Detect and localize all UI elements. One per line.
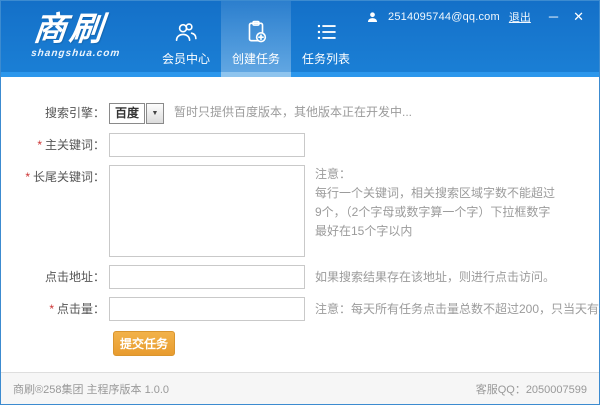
tab-label: 创建任务 [232,50,280,67]
logout-link[interactable]: 退出 [509,9,531,25]
required-marker: * [25,170,30,184]
logo-subtitle: shangshua.com [31,48,121,59]
click-url-input[interactable] [109,265,305,289]
search-engine-select[interactable]: 百度 ▼ [109,102,164,124]
click-url-note: 如果搜索结果存在该地址，则进行点击访问。 [315,265,555,289]
search-engine-row: 搜索引擎： 百度 ▼ 暂时只提供百度版本，其他版本正在开发中... [1,101,599,125]
required-marker: * [37,138,42,152]
footer-version-text: 商刷®258集团 主程序版本 1.0.0 [13,381,169,397]
tab-label: 任务列表 [302,50,350,67]
create-task-icon [243,19,269,45]
tab-label: 会员中心 [162,50,210,67]
note-line: 注意： [315,165,555,184]
task-list-icon [313,19,339,45]
footer-support-qq: 客服QQ：2050007599 [476,381,587,397]
main-content: 搜索引擎： 百度 ▼ 暂时只提供百度版本，其他版本正在开发中... *主关键词：… [1,77,599,372]
click-count-input[interactable] [109,297,305,321]
submit-row: 提交任务 [113,331,599,356]
app-logo: 商刷 shangshua.com [31,12,125,59]
search-engine-value: 百度 [109,103,145,124]
search-engine-label: 搜索引擎： [1,101,105,125]
user-icon [366,11,379,24]
click-url-row: 点击地址： 如果搜索结果存在该地址，则进行点击访问。 [1,265,599,289]
user-area: 2514095744@qq.com 退出 ─ ✕ [366,9,587,25]
note-line: 9个，（2个字母或数字算一个字）下拉框数字 [315,203,555,222]
note-line: 每行一个关键词，相关搜索区域字数不能超过 [315,184,555,203]
chevron-down-icon[interactable]: ▼ [146,103,164,124]
app-window: 商刷 shangshua.com 会员中心 [0,0,600,405]
longtail-keywords-note: 注意： 每行一个关键词，相关搜索区域字数不能超过 9个，（2个字母或数字算一个字… [315,165,555,241]
click-count-label: *点击量： [1,297,105,321]
main-keyword-input[interactable] [109,133,305,157]
tab-create-task[interactable]: 创建任务 [221,1,291,77]
longtail-keywords-label: *长尾关键词： [1,165,105,189]
note-line: 最好在15个字以内 [315,222,555,241]
members-icon [173,19,199,45]
tab-member-center[interactable]: 会员中心 [151,1,221,77]
submit-task-button[interactable]: 提交任务 [113,331,175,356]
main-keyword-row: *主关键词： [1,133,599,157]
required-marker: * [49,302,54,316]
nav-tabs: 会员中心 创建任务 [151,1,361,77]
close-button[interactable]: ✕ [570,9,587,25]
logo-title: 商刷 [32,12,125,46]
user-email: 2514095744@qq.com [388,11,500,23]
minimize-button[interactable]: ─ [546,9,561,25]
longtail-keywords-textarea[interactable] [109,165,305,257]
click-count-note: 注意：每天所有任务点击量总数不超过200，只当天有效 [315,297,600,321]
click-count-row: *点击量： 注意：每天所有任务点击量总数不超过200，只当天有效 [1,297,599,321]
footer: 商刷®258集团 主程序版本 1.0.0 客服QQ：2050007599 [1,372,599,404]
click-url-label: 点击地址： [1,265,105,289]
main-keyword-label: *主关键词： [1,133,105,157]
search-engine-note: 暂时只提供百度版本，其他版本正在开发中... [174,101,412,123]
longtail-keywords-row: *长尾关键词： 注意： 每行一个关键词，相关搜索区域字数不能超过 9个，（2个字… [1,165,599,257]
header: 商刷 shangshua.com 会员中心 [1,1,599,77]
tab-task-list[interactable]: 任务列表 [291,1,361,77]
